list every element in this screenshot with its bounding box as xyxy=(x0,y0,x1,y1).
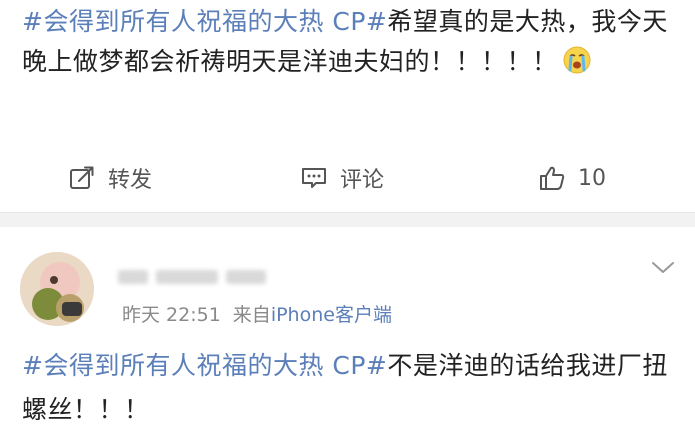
comment-source-prefix: 来自 xyxy=(232,304,271,326)
crying-face-icon xyxy=(562,45,592,75)
comment-label: 评论 xyxy=(340,168,385,193)
post-action-bar: 转发 评论 10 xyxy=(0,150,695,206)
repost-label: 转发 xyxy=(108,168,153,193)
section-divider xyxy=(0,212,695,227)
comment-meta: 昨天 22:51 来自iPhone客户端 xyxy=(122,300,404,327)
comment-button[interactable]: 评论 xyxy=(300,150,384,206)
username-redacted[interactable] xyxy=(118,262,288,288)
share-icon xyxy=(68,164,96,192)
like-count: 10 xyxy=(578,165,606,191)
comment-time: 昨天 22:51 xyxy=(122,304,221,326)
comment-topic-link[interactable]: #会得到所有人祝福的大热 CP# xyxy=(22,351,387,380)
post-topic-link[interactable]: #会得到所有人祝福的大热 CP# xyxy=(22,7,387,36)
avatar[interactable] xyxy=(20,252,94,326)
comment-device[interactable]: iPhone客户端 xyxy=(271,304,392,326)
repost-button[interactable]: 转发 xyxy=(68,150,152,206)
like-button[interactable]: 10 xyxy=(538,150,606,206)
post-text: #会得到所有人祝福的大热 CP#希望真的是大热，我今天晚上做梦都会祈祷明天是洋迪… xyxy=(22,2,682,82)
thumbs-up-icon xyxy=(538,164,566,192)
comment-text: #会得到所有人祝福的大热 CP#不是洋迪的话给我进厂扭螺丝！！！ xyxy=(22,344,682,432)
chevron-down-icon[interactable] xyxy=(650,258,676,278)
comment-icon xyxy=(300,164,328,192)
